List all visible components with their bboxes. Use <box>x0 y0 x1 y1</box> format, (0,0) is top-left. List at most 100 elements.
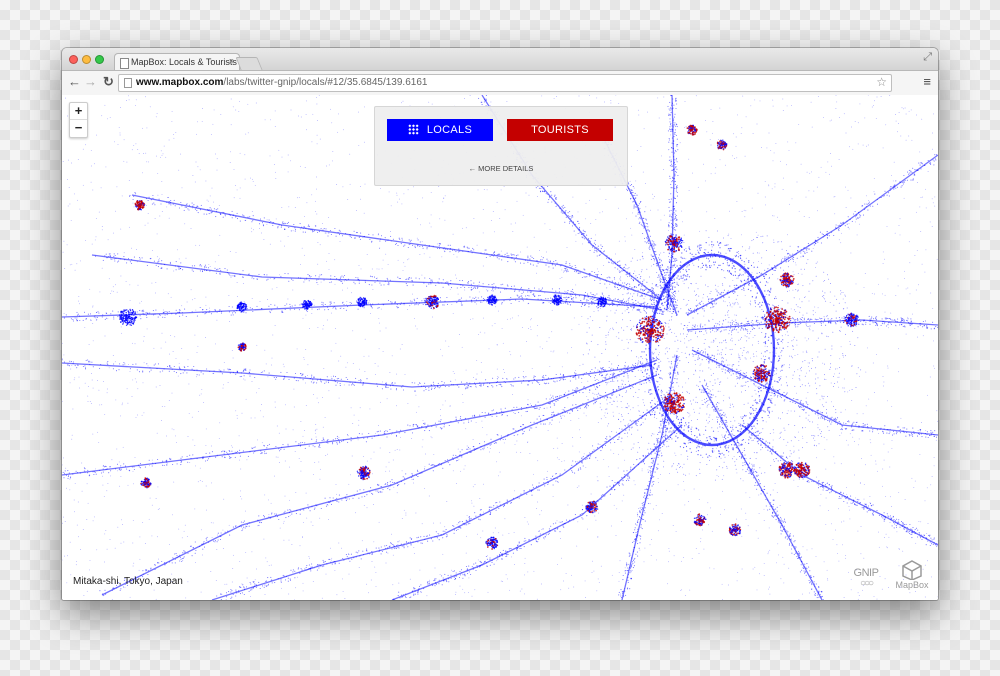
tweet-dot <box>378 550 380 553</box>
tweet-dot <box>523 430 525 432</box>
tweet-dot <box>390 542 392 544</box>
tweet-dot <box>326 504 328 506</box>
new-tab-button[interactable] <box>235 57 263 70</box>
tweet-dot <box>688 501 689 502</box>
tweet-dot <box>705 353 707 355</box>
tweet-dot <box>523 540 525 542</box>
tweet-dot <box>519 547 521 549</box>
forward-arrow-icon[interactable]: → <box>84 74 97 90</box>
tweet-dot <box>496 368 498 370</box>
close-window-button[interactable] <box>69 55 78 64</box>
tweet-dot <box>289 512 291 514</box>
menu-icon[interactable]: ≡ <box>923 74 931 89</box>
tweet-dot <box>182 560 184 561</box>
tweet-dot <box>164 564 166 566</box>
tweet-dot <box>346 494 348 496</box>
tweet-dot <box>69 382 71 384</box>
tweet-dot <box>284 245 285 247</box>
tweet-dot <box>631 234 633 236</box>
tweet-dot <box>195 549 197 551</box>
url-text[interactable]: www.mapbox.com/labs/twitter-gnip/locals/… <box>136 77 427 88</box>
tweet-dot <box>475 421 477 423</box>
tweet-dot <box>684 127 686 128</box>
tweet-dot <box>334 381 336 383</box>
tweet-dot <box>616 508 618 510</box>
tweet-dot <box>178 311 181 313</box>
tweet-dot <box>96 319 98 321</box>
tweet-dot <box>656 403 659 405</box>
tweet-dot <box>667 323 669 325</box>
tab-close-icon[interactable]: × <box>229 56 234 66</box>
tweet-dot <box>214 541 216 543</box>
tweet-dot <box>129 261 131 263</box>
tweet-dot <box>244 154 246 156</box>
tweet-dot <box>551 309 553 311</box>
tweet-dot <box>643 561 645 563</box>
bookmark-star-icon[interactable]: ☆ <box>876 75 887 89</box>
tweet-dot <box>240 372 242 374</box>
tweet-dot <box>677 484 679 486</box>
tweet-dot <box>478 333 480 335</box>
address-bar[interactable]: www.mapbox.com/labs/twitter-gnip/locals/… <box>118 74 892 92</box>
tweet-dot <box>647 412 649 414</box>
tweet-dot <box>428 389 430 391</box>
tweet-dot <box>224 583 226 585</box>
tweet-dot <box>199 169 201 171</box>
tweet-dot <box>162 153 164 155</box>
tweet-dot <box>440 534 442 536</box>
tweet-dot <box>574 472 576 474</box>
minimize-window-button[interactable] <box>82 55 91 64</box>
tweet-dot <box>330 312 332 314</box>
tweet-dot <box>547 298 549 300</box>
tweet-dot <box>74 269 76 271</box>
tweet-dot <box>381 268 383 270</box>
tweet-dot <box>551 419 553 421</box>
tweet-dot <box>82 148 84 150</box>
tweet-dot <box>811 126 813 128</box>
back-arrow-icon[interactable]: ← <box>68 74 81 90</box>
reload-icon[interactable]: ↻ <box>103 74 114 90</box>
tweet-dot <box>249 369 251 371</box>
tweet-dot <box>201 388 203 390</box>
tweet-dot <box>640 303 642 305</box>
tweet-dot <box>644 547 646 549</box>
tweet-dot <box>493 283 495 285</box>
tweet-dot <box>682 280 684 282</box>
tweet-dot <box>640 146 642 148</box>
tweet-dot <box>298 458 300 460</box>
tweet-dot <box>168 400 170 401</box>
tweet-dot <box>76 263 78 265</box>
tweet-dot <box>444 526 446 528</box>
tweet-dot <box>532 484 534 486</box>
tweet-dot <box>430 436 432 438</box>
tweet-dot <box>374 363 376 364</box>
tweet-dot <box>596 476 598 478</box>
tweet-dot <box>904 270 906 272</box>
tweet-dot <box>423 390 425 392</box>
tweet-dot <box>433 453 435 455</box>
tweet-dot <box>920 521 922 523</box>
tweet-dot <box>351 384 353 386</box>
tweet-dot <box>416 218 418 220</box>
tweet-dot <box>74 377 76 379</box>
tweet-dot <box>475 515 477 517</box>
fullscreen-icon[interactable]: ⤢ <box>923 51 932 64</box>
browser-tab[interactable]: MapBox: Locals & Tourists × <box>114 53 240 71</box>
map-canvas[interactable]: + − LOCALS TOURISTS ← MORE DETAILS Mitak… <box>62 95 938 600</box>
tweet-dot <box>468 577 470 579</box>
tweet-dot <box>635 300 637 302</box>
tweet-dot <box>220 370 222 372</box>
tweet-dot <box>357 111 359 113</box>
tweet-dot <box>542 414 544 416</box>
tweet-dot <box>558 291 560 293</box>
maximize-window-button[interactable] <box>95 55 104 64</box>
tweet-dot <box>298 115 300 117</box>
tweet-dot <box>113 290 114 292</box>
tweet-dot <box>578 485 580 487</box>
tweet-dot <box>297 567 300 569</box>
tweet-dot <box>100 363 102 366</box>
tweet-dot <box>600 395 602 397</box>
tweet-dot <box>604 444 607 447</box>
tweet-dot <box>112 587 114 589</box>
tweet-dot <box>338 113 339 115</box>
